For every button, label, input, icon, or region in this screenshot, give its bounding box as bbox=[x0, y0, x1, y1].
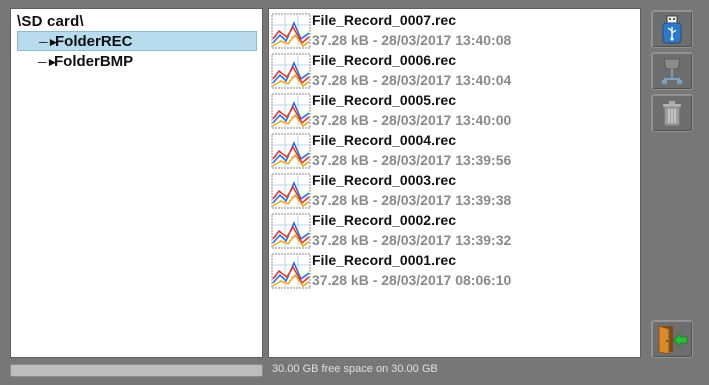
record-chart-icon bbox=[271, 173, 311, 209]
file-meta: 37.28 kB - 28/03/2017 13:39:38 bbox=[312, 192, 512, 208]
file-list-panel: File_Record_0007.rec 37.28 kB - 28/03/20… bbox=[268, 8, 641, 358]
file-list-item[interactable]: File_Record_0004.rec 37.28 kB - 28/03/20… bbox=[271, 131, 637, 171]
usb-drive-icon bbox=[662, 15, 682, 44]
record-chart-icon bbox=[271, 213, 311, 249]
file-list-item[interactable]: File_Record_0003.rec 37.28 kB - 28/03/20… bbox=[271, 171, 637, 211]
file-meta: 37.28 kB - 28/03/2017 13:39:56 bbox=[312, 152, 512, 168]
file-name: File_Record_0003.rec bbox=[312, 172, 456, 188]
tree-item-label: FolderREC bbox=[55, 33, 133, 50]
file-list-item[interactable]: File_Record_0001.rec 37.28 kB - 28/03/20… bbox=[271, 251, 637, 291]
record-chart-icon bbox=[271, 133, 311, 169]
network-share-button[interactable] bbox=[651, 52, 693, 90]
tree-root-label[interactable]: \SD card\ bbox=[17, 13, 84, 30]
storage-usage-bar bbox=[10, 364, 263, 377]
branch-arrow-icon: ─► bbox=[38, 55, 59, 69]
usb-export-button[interactable] bbox=[651, 10, 693, 48]
exit-button[interactable] bbox=[651, 320, 693, 358]
file-name: File_Record_0004.rec bbox=[312, 132, 456, 148]
branch-arrow-icon: ─► bbox=[39, 35, 60, 49]
file-list-item[interactable]: File_Record_0006.rec 37.28 kB - 28/03/20… bbox=[271, 51, 637, 91]
file-list-item[interactable]: File_Record_0007.rec 37.28 kB - 28/03/20… bbox=[271, 11, 637, 51]
tree-item-folderrec[interactable]: ─►FolderREC bbox=[17, 31, 257, 51]
file-meta: 37.28 kB - 28/03/2017 08:06:10 bbox=[312, 272, 512, 288]
file-browser-window: \SD card\ ─►FolderREC ─►FolderBMP File_R… bbox=[0, 0, 709, 385]
record-chart-icon bbox=[271, 253, 311, 289]
tree-item-folderbmp[interactable]: ─►FolderBMP bbox=[17, 52, 257, 72]
file-name: File_Record_0005.rec bbox=[312, 92, 456, 108]
file-name: File_Record_0001.rec bbox=[312, 252, 456, 268]
network-share-icon bbox=[662, 58, 682, 84]
record-chart-icon bbox=[271, 13, 311, 49]
exit-door-icon bbox=[658, 325, 688, 355]
file-list-item[interactable]: File_Record_0005.rec 37.28 kB - 28/03/20… bbox=[271, 91, 637, 131]
tree-item-label: FolderBMP bbox=[54, 53, 134, 70]
record-chart-icon bbox=[271, 93, 311, 129]
trash-icon bbox=[663, 101, 681, 126]
file-name: File_Record_0002.rec bbox=[312, 212, 456, 228]
record-chart-icon bbox=[271, 53, 311, 89]
file-name: File_Record_0007.rec bbox=[312, 12, 456, 28]
free-space-label: 30.00 GB free space on 30.00 GB bbox=[272, 363, 438, 375]
file-meta: 37.28 kB - 28/03/2017 13:40:04 bbox=[312, 72, 512, 88]
delete-button[interactable] bbox=[651, 94, 693, 132]
file-name: File_Record_0006.rec bbox=[312, 52, 456, 68]
file-meta: 37.28 kB - 28/03/2017 13:40:00 bbox=[312, 112, 512, 128]
file-meta: 37.28 kB - 28/03/2017 13:40:08 bbox=[312, 32, 512, 48]
folder-tree-panel: \SD card\ ─►FolderREC ─►FolderBMP bbox=[10, 8, 263, 358]
file-meta: 37.28 kB - 28/03/2017 13:39:32 bbox=[312, 232, 512, 248]
file-list-item[interactable]: File_Record_0002.rec 37.28 kB - 28/03/20… bbox=[271, 211, 637, 251]
